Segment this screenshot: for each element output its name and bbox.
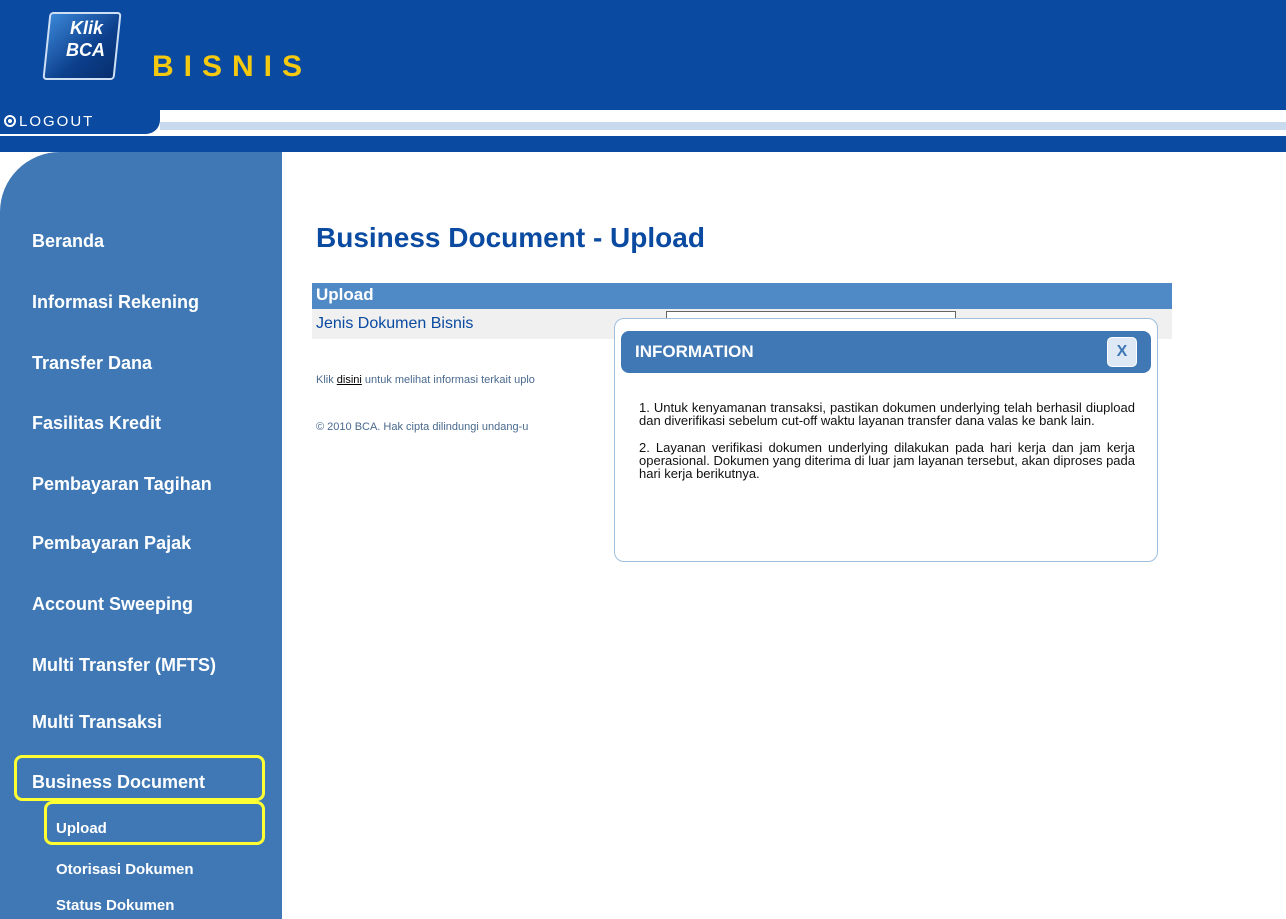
header: Klik BCA BISNIS LOGOUT bbox=[0, 0, 1286, 152]
power-icon bbox=[4, 115, 16, 127]
logout-button[interactable]: LOGOUT bbox=[4, 113, 94, 130]
modal-title: INFORMATION bbox=[635, 342, 754, 361]
information-modal: INFORMATION X 1. Untuk kenyamanan transa… bbox=[614, 318, 1158, 562]
sidebar-item-fasilitas-kredit[interactable]: Fasilitas Kredit bbox=[32, 413, 161, 434]
modal-paragraph-1: 1. Untuk kenyamanan transaksi, pastikan … bbox=[639, 400, 1135, 428]
logout-label: LOGOUT bbox=[19, 113, 95, 130]
sidebar-item-transfer-dana[interactable]: Transfer Dana bbox=[32, 353, 152, 374]
header-divider bbox=[160, 122, 1286, 130]
sidebar-item-informasi-rekening[interactable]: Informasi Rekening bbox=[32, 292, 199, 313]
close-button[interactable]: X bbox=[1107, 337, 1137, 367]
sidebar-subitem-otorisasi-dokumen[interactable]: Otorisasi Dokumen bbox=[56, 861, 194, 878]
sidebar-subitem-status-dokumen[interactable]: Status Dokumen bbox=[56, 897, 174, 914]
logo-text-bca: BCA bbox=[66, 40, 105, 60]
info-prefix: Klik bbox=[316, 374, 337, 386]
modal-body: 1. Untuk kenyamanan transaksi, pastikan … bbox=[639, 401, 1135, 494]
sidebar-item-account-sweeping[interactable]: Account Sweeping bbox=[32, 594, 193, 615]
info-text: Klik disini untuk melihat informasi terk… bbox=[316, 374, 535, 386]
info-link-disini[interactable]: disini bbox=[337, 374, 362, 386]
highlight-upload bbox=[44, 801, 265, 845]
field-label-jenis-dokumen: Jenis Dokumen Bisnis bbox=[316, 315, 474, 332]
page-title: Business Document - Upload bbox=[316, 222, 705, 253]
header-bottom-bar bbox=[0, 136, 1286, 152]
copyright-text: © 2010 BCA. Hak cipta dilindungi undang-… bbox=[316, 421, 529, 433]
sidebar-item-beranda[interactable]: Beranda bbox=[32, 231, 104, 252]
modal-header: INFORMATION X bbox=[621, 331, 1151, 373]
modal-paragraph-2: 2. Layanan verifikasi dokumen underlying… bbox=[639, 440, 1135, 481]
highlight-business-document bbox=[14, 755, 265, 801]
sidebar-item-multi-transaksi[interactable]: Multi Transaksi bbox=[32, 712, 162, 733]
sidebar-item-pembayaran-tagihan[interactable]: Pembayaran Tagihan bbox=[32, 474, 212, 495]
sidebar-item-multi-transfer[interactable]: Multi Transfer (MFTS) bbox=[32, 655, 216, 676]
logo-text-klik: Klik bbox=[70, 18, 104, 38]
sidebar-item-pembayaran-pajak[interactable]: Pembayaran Pajak bbox=[32, 533, 191, 554]
info-suffix: untuk melihat informasi terkait uplo bbox=[361, 374, 535, 386]
brand-title: BISNIS bbox=[152, 50, 313, 83]
panel-header: Upload bbox=[312, 283, 1172, 309]
